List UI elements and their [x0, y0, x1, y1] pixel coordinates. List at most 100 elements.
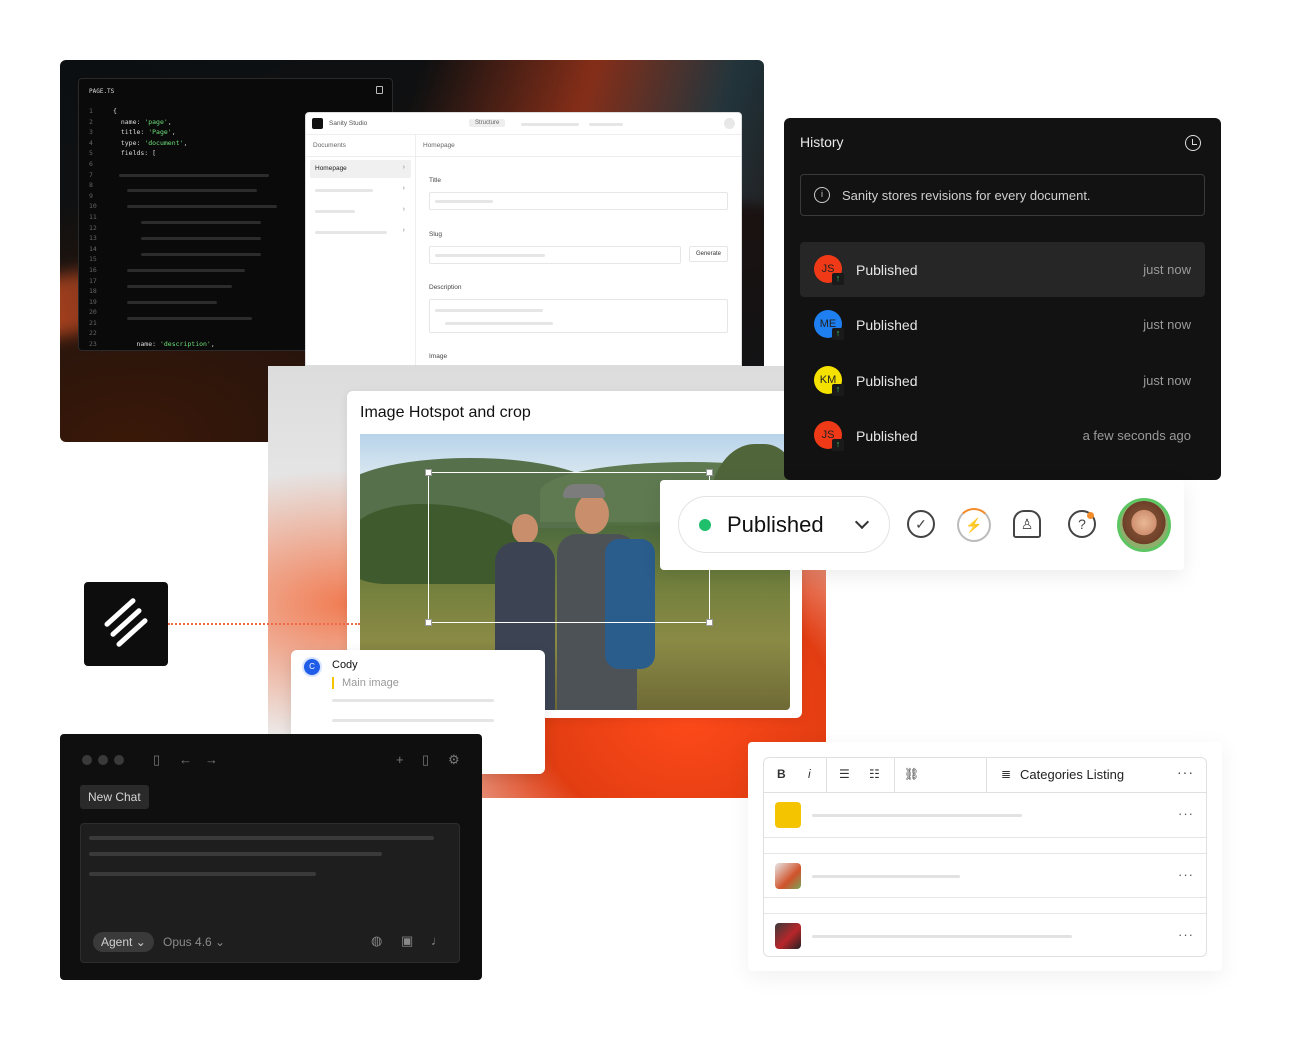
- documents-pane: Documents Homepage › › › ›: [306, 135, 416, 365]
- editor-toolbar: B i ☰ ☷ ⛓ ≣ Categories Listing ···: [764, 758, 1206, 793]
- image-icon[interactable]: ▣: [401, 933, 413, 949]
- crop-handle[interactable]: [425, 469, 432, 476]
- slug-input[interactable]: [429, 246, 681, 264]
- check-circle-icon[interactable]: ✓: [907, 510, 935, 538]
- history-panel: History i Sanity stores revisions for ev…: [784, 118, 1221, 480]
- tab-structure[interactable]: Structure: [469, 119, 506, 127]
- publish-status-button[interactable]: Published: [678, 496, 890, 553]
- chevron-right-icon: ›: [402, 185, 405, 192]
- headphones-thumbnail: [775, 802, 801, 828]
- documents-header: Documents: [306, 135, 415, 157]
- clipboard-icon[interactable]: [376, 86, 383, 94]
- history-row[interactable]: JS ↑ Published a few seconds ago: [800, 408, 1205, 463]
- comment-author: Cody: [332, 659, 358, 671]
- users-icon[interactable]: ♙: [1013, 510, 1041, 538]
- field-label-slug: Slug: [429, 231, 443, 238]
- info-text: Sanity stores revisions for every docume…: [842, 188, 1091, 203]
- microphone-icon[interactable]: ♩: [431, 933, 444, 948]
- chat-panel: ▯ ← → + ▯ ⚙ New Chat Agent ⌄ Opus 4.6 ⌄ …: [60, 734, 482, 980]
- doc-item[interactable]: ›: [310, 181, 411, 199]
- code-line[interactable]: 3 title: 'Page',: [89, 127, 215, 138]
- arrow-up-icon: ↑: [832, 384, 844, 396]
- code-line[interactable]: 6: [89, 159, 215, 170]
- chevron-right-icon: ›: [402, 206, 405, 213]
- link-icon[interactable]: ⛓: [904, 767, 919, 781]
- history-row[interactable]: ME ↑ Published just now: [800, 297, 1205, 352]
- app-name: Sanity Studio: [329, 120, 368, 127]
- doc-item[interactable]: ›: [310, 202, 411, 220]
- product-thumbnail: [775, 923, 801, 949]
- crop-handle[interactable]: [706, 619, 713, 626]
- history-title: History: [800, 134, 844, 150]
- agent-select[interactable]: Agent ⌄: [93, 932, 154, 952]
- forward-arrow-icon[interactable]: →: [205, 752, 218, 767]
- avatar[interactable]: [724, 118, 735, 129]
- field-label-image: Image: [429, 353, 448, 360]
- chat-input[interactable]: Agent ⌄ Opus 4.6 ⌄ ◍ ▣ ♩: [80, 823, 460, 963]
- history-row[interactable]: JS ↑ Published just now: [800, 242, 1205, 297]
- categories-editor: B i ☰ ☷ ⛓ ≣ Categories Listing ··· ··· ·…: [763, 757, 1207, 957]
- window-control[interactable]: [82, 755, 92, 765]
- title-input[interactable]: [429, 192, 728, 210]
- code-lines[interactable]: 1{2 name: 'page', 3 title: 'Page', 4 type:…: [89, 106, 215, 350]
- code-line[interactable]: 5 fields: [: [89, 148, 215, 159]
- notification-dot: [1087, 512, 1094, 519]
- field-label-description: Description: [429, 284, 462, 291]
- more-icon[interactable]: ···: [1177, 764, 1194, 780]
- more-icon[interactable]: ···: [1178, 806, 1194, 821]
- list-item[interactable]: ···: [764, 913, 1206, 958]
- user-avatar[interactable]: [1117, 498, 1171, 552]
- form-header: Homepage: [416, 135, 741, 157]
- history-icon[interactable]: [1185, 135, 1201, 151]
- sanity-logo-icon: [84, 582, 168, 666]
- model-select[interactable]: Opus 4.6 ⌄: [163, 935, 225, 949]
- numbered-list-icon[interactable]: ☷: [869, 767, 880, 781]
- product-thumbnail: [775, 863, 801, 889]
- code-line[interactable]: 2 name: 'page',: [89, 117, 215, 128]
- info-banner: i Sanity stores revisions for every docu…: [800, 174, 1205, 216]
- arrow-up-icon: ↑: [832, 439, 844, 451]
- more-icon[interactable]: ···: [1178, 927, 1194, 942]
- description-input[interactable]: [429, 299, 728, 333]
- new-chat-tab[interactable]: New Chat: [80, 785, 149, 809]
- panel-icon[interactable]: ▯: [422, 752, 429, 768]
- form-pane: Homepage Title Slug Generate Description…: [416, 135, 741, 365]
- plus-icon[interactable]: +: [396, 752, 404, 767]
- status-dot: [699, 519, 711, 531]
- generate-button[interactable]: Generate: [688, 246, 728, 262]
- code-line[interactable]: 4 type: 'document',: [89, 138, 215, 149]
- list-item[interactable]: ···: [764, 853, 1206, 898]
- code-line[interactable]: 12: [89, 223, 215, 234]
- arrow-up-icon: ↑: [832, 328, 844, 340]
- info-icon: i: [814, 187, 830, 203]
- crop-handle[interactable]: [425, 619, 432, 626]
- doc-item[interactable]: ›: [310, 223, 411, 241]
- lightning-icon[interactable]: ⚡: [957, 508, 991, 542]
- code-line[interactable]: 23 name: 'description',: [89, 339, 215, 350]
- comment-quote: Main image: [332, 677, 399, 689]
- window-control[interactable]: [98, 755, 108, 765]
- code-line[interactable]: 22: [89, 328, 215, 339]
- italic-button[interactable]: i: [808, 767, 811, 781]
- bold-button[interactable]: B: [777, 767, 786, 781]
- chevron-right-icon: ›: [402, 227, 405, 234]
- gear-icon[interactable]: ⚙: [448, 752, 460, 768]
- file-tab[interactable]: PAGE.TS: [89, 88, 114, 95]
- avatar: C: [302, 657, 322, 677]
- crop-handle[interactable]: [706, 469, 713, 476]
- history-row[interactable]: KM ↑ Published just now: [800, 353, 1205, 408]
- code-line[interactable]: 9: [89, 191, 215, 202]
- bullet-list-icon[interactable]: ☰: [839, 767, 850, 781]
- doc-item-homepage[interactable]: Homepage ›: [310, 160, 411, 178]
- connector-line: [168, 623, 360, 625]
- back-arrow-icon[interactable]: ←: [179, 752, 192, 767]
- card-title: Image Hotspot and crop: [360, 404, 531, 421]
- globe-icon[interactable]: ◍: [371, 933, 382, 949]
- list-item[interactable]: ···: [764, 793, 1206, 838]
- sidebar-icon[interactable]: ▯: [153, 752, 160, 768]
- categories-title: Categories Listing: [1020, 767, 1125, 782]
- list-icon: ≣: [1001, 767, 1012, 781]
- code-line[interactable]: 1{: [89, 106, 215, 117]
- more-icon[interactable]: ···: [1178, 867, 1194, 882]
- window-control[interactable]: [114, 755, 124, 765]
